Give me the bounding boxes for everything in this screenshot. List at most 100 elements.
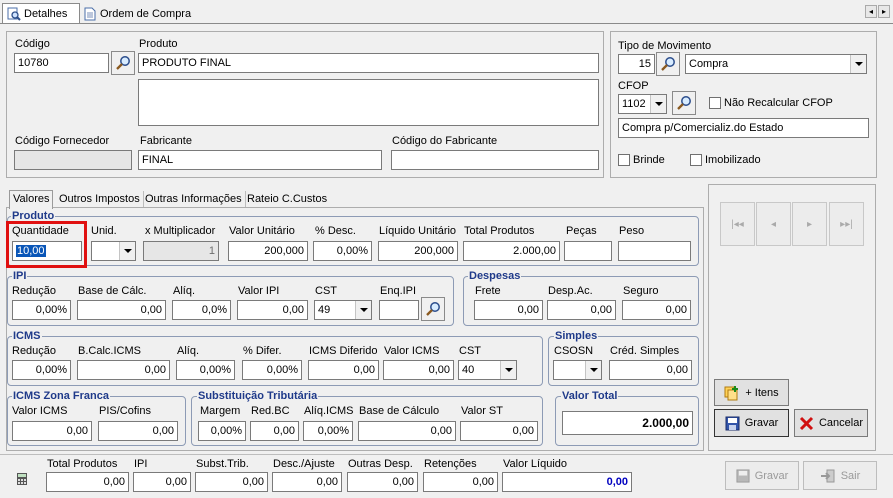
brinde-checkbox[interactable] [618,154,630,166]
desp-ac-input[interactable]: 0,00 [547,300,616,320]
footer-sair-label: Sair [840,469,861,482]
ipi-base-input[interactable]: 0,00 [77,300,166,320]
icms-aliq-input[interactable]: 0,00% [176,360,235,380]
codigo-search-button[interactable] [111,51,135,75]
valor-unitario-input[interactable]: 200,000 [228,241,308,261]
frete-label: Frete [475,285,501,297]
simples-title: Simples [554,330,599,343]
icms-reducao-input[interactable]: 0,00% [12,360,71,380]
tipo-mov-search-button[interactable] [656,52,680,76]
cred-simples-input[interactable]: 0,00 [609,360,692,380]
gravar-button[interactable]: Gravar [714,409,789,437]
tab-detalhes-label: Detalhes [24,8,68,20]
peso-input[interactable] [618,241,691,261]
footer-retencoes-input[interactable]: 0,00 [423,472,498,492]
exit-icon [820,469,835,482]
footer-outras-label: Outras Desp. [348,458,413,470]
cod-fornecedor-input[interactable] [14,150,132,170]
cod-fabricante-input[interactable] [391,150,599,170]
st-redbc-input[interactable]: 0,00 [250,421,299,441]
st-valor-label: Valor ST [461,405,503,417]
nao-recalcular-checkbox[interactable] [709,97,721,109]
icms-title: ICMS [12,330,42,343]
tipo-mov-code-input[interactable]: 15 [618,54,655,74]
footer-liquido-input[interactable]: 0,00 [502,472,632,492]
frete-input[interactable]: 0,00 [474,300,543,320]
icms-cst-select[interactable]: 40 [458,360,517,380]
footer-sair-button[interactable]: Sair [803,461,877,490]
tab-detalhes[interactable]: Detalhes [2,3,80,24]
chevron-down-icon[interactable] [650,95,666,113]
footer-ipi-input[interactable]: 0,00 [133,472,191,492]
csosn-select[interactable] [553,360,602,380]
chevron-down-icon[interactable] [355,301,371,319]
st-aliq-input[interactable]: 0,00% [303,421,353,441]
produto-input[interactable]: PRODUTO FINAL [138,53,599,73]
footer-outras-input[interactable]: 0,00 [347,472,418,492]
icms-cst-value: 40 [462,364,475,376]
cfop-value: 1102 [622,98,646,110]
chevron-down-icon[interactable] [119,242,135,260]
valor-total-title: Valor Total [561,390,619,403]
gravar-label: Gravar [744,417,779,429]
cfop-search-button[interactable] [672,91,696,115]
codigo-label: Código [15,38,50,50]
chevron-down-icon[interactable] [500,361,516,379]
footer-gravar-button[interactable]: Gravar [725,461,799,490]
imobilizado-checkbox[interactable] [690,154,702,166]
despesas-title: Despesas [468,270,522,283]
scroll-left-button[interactable]: ◂ [865,5,877,18]
tab-outras-informacoes[interactable]: Outras Informações [142,191,246,207]
tab-ordem-compra[interactable]: Ordem de Compra [82,5,192,23]
pecas-input[interactable] [564,241,612,261]
valor-total-input[interactable]: 2.000,00 [562,411,693,435]
nav-prev-button[interactable]: ◂ [756,202,791,246]
ipi-aliq-input[interactable]: 0,0% [172,300,231,320]
seguro-input[interactable]: 0,00 [622,300,691,320]
tab-outros-impostos[interactable]: Outros Impostos [56,191,144,207]
tab-valores-front[interactable]: Valores [9,190,54,209]
ipi-valor-input[interactable]: 0,00 [237,300,308,320]
tab-rateio[interactable]: Rateio C.Custos [244,191,330,207]
tipo-mov-select[interactable]: Compra [685,54,867,74]
ipi-reducao-input[interactable]: 0,00% [12,300,71,320]
liquido-unitario-input[interactable]: 200,000 [378,241,458,261]
st-margem-input[interactable]: 0,00% [198,421,246,441]
unid-select[interactable] [91,241,136,261]
cfop-description-input[interactable]: Compra p/Comercializ.do Estado [618,118,869,138]
footer-desc-input[interactable]: 0,00 [272,472,342,492]
enq-ipi-search-button[interactable] [421,297,445,321]
icms-diferido-input[interactable]: 0,00 [308,360,379,380]
pis-cofins-input[interactable]: 0,00 [98,421,178,441]
magnifier-icon [677,96,691,110]
codigo-input[interactable]: 10780 [14,53,109,73]
nav-next-button[interactable]: ▸ [792,202,827,246]
footer-subst-input[interactable]: 0,00 [195,472,268,492]
footer-total-produtos-input[interactable]: 0,00 [46,472,129,492]
enq-ipi-input[interactable] [379,300,419,320]
nav-last-button[interactable]: ▸▸| [829,202,864,246]
cancelar-button[interactable]: Cancelar [794,409,868,437]
footer-gravar-label: Gravar [754,469,789,482]
st-base-label: Base de Cálculo [359,405,440,417]
scroll-right-button[interactable]: ▸ [878,5,890,18]
chevron-down-icon[interactable] [585,361,601,379]
add-itens-button[interactable]: + Itens [714,379,789,406]
chevron-down-icon[interactable] [850,55,866,73]
icms-valor-input[interactable]: 0,00 [383,360,454,380]
total-produtos-input[interactable]: 2.000,00 [463,241,560,261]
ipi-cst-label: CST [315,285,337,297]
fabricante-input[interactable]: FINAL [138,150,382,170]
produto-description-area[interactable] [138,79,599,126]
st-valor-input[interactable]: 0,00 [460,421,538,441]
desc-input[interactable]: 0,00% [313,241,372,261]
icms-difer-input[interactable]: 0,00% [242,360,302,380]
multiplicador-input[interactable]: 1 [143,241,219,261]
nav-first-button[interactable]: |◂◂ [720,202,755,246]
multiplicador-label: x Multiplicador [145,225,216,237]
zf-valor-input[interactable]: 0,00 [12,421,92,441]
st-base-input[interactable]: 0,00 [358,421,456,441]
ipi-cst-select[interactable]: 49 [314,300,372,320]
icms-bcalc-input[interactable]: 0,00 [77,360,170,380]
cfop-select[interactable]: 1102 [618,94,667,114]
